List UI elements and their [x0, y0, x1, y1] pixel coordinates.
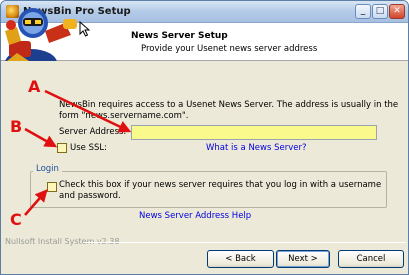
minimize-button[interactable]: _ — [355, 4, 371, 19]
close-button[interactable]: ✕ — [389, 4, 405, 19]
what-is-news-server-link[interactable]: What is a News Server? — [206, 143, 307, 153]
server-address-label: Server Address: — [59, 127, 127, 137]
cancel-button[interactable]: Cancel — [338, 250, 404, 268]
server-address-help-link[interactable]: News Server Address Help — [139, 211, 251, 221]
mouse-cursor-icon — [79, 21, 90, 37]
arrow-b — [24, 127, 58, 148]
installer-window: NewsBin Pro Setup _ □ ✕ News Server Setu… — [0, 0, 409, 275]
back-button[interactable]: < Back — [207, 250, 274, 268]
use-ssl-checkbox[interactable] — [57, 143, 67, 153]
annotation-label-a: A — [28, 77, 41, 96]
maximize-button[interactable]: □ — [372, 4, 388, 19]
login-legend: Login — [33, 164, 62, 174]
next-button[interactable]: Next > — [276, 250, 330, 268]
annotation-label-c: C — [10, 210, 22, 229]
use-ssl-label[interactable]: Use SSL: — [70, 143, 107, 153]
login-required-checkbox[interactable] — [47, 182, 57, 192]
login-required-label[interactable]: Check this box if your news server requi… — [59, 180, 385, 202]
robot-mascot-image — [5, 8, 77, 61]
page-title: News Server Setup — [131, 31, 228, 41]
footer-divider — [83, 242, 406, 243]
server-address-input[interactable] — [131, 125, 377, 140]
server-description: NewsBin requires access to a Usenet News… — [59, 100, 399, 121]
annotation-label-b: B — [10, 117, 23, 136]
page-subtitle: Provide your Usenet news server address — [141, 44, 318, 54]
